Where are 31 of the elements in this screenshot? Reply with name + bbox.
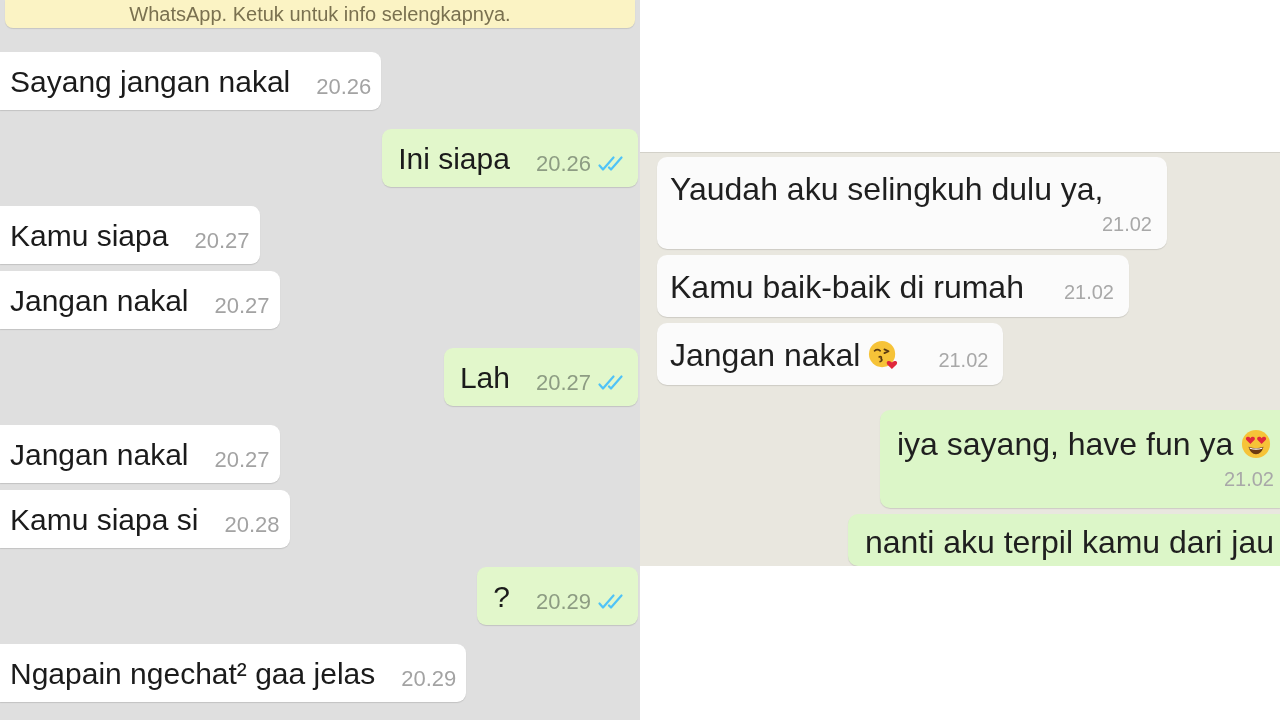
message-text: Kamu siapa: [10, 218, 169, 254]
message-time: 20.27: [214, 293, 270, 319]
message-time: 20.27: [214, 447, 270, 473]
message-time: 20.29: [535, 589, 591, 615]
message-time: 21.02: [1222, 467, 1274, 492]
message-time: 21.02: [937, 348, 989, 373]
message-text: Lah: [459, 360, 510, 396]
message-text: Jangan nakal: [10, 437, 189, 473]
message-time: 20.28: [224, 512, 280, 538]
message-time: 20.27: [194, 228, 250, 254]
notice-banner[interactable]: WhatsApp. Ketuk untuk info selengkapnya.: [5, 0, 635, 28]
message-time: 21.02: [1062, 280, 1114, 305]
message-time: 21.02: [1100, 212, 1152, 237]
message-time: 20.26: [316, 74, 372, 100]
message-text: Sayang jangan nakal: [10, 64, 291, 100]
message-time: 20.26: [535, 151, 591, 177]
kissing-face-icon: [868, 340, 899, 370]
notice-text: WhatsApp. Ketuk untuk info selengkapnya.: [129, 2, 511, 26]
message-text: Kamu siapa si: [10, 502, 199, 538]
message-text: Ini siapa: [398, 141, 510, 177]
message-text: iya sayang, have fun ya: [897, 425, 1234, 464]
message-text: Ngapain ngechat² gaa jelas: [10, 656, 376, 692]
message-text: Yaudah aku selingkuh dulu ya,: [670, 170, 1104, 209]
message-text: Kamu baik-baik di rumah: [670, 268, 1024, 307]
message-text: Jangan nakal: [10, 283, 189, 319]
heart-eyes-face-icon: [1241, 429, 1272, 459]
message-text: ?: [493, 579, 510, 615]
message-time: 20.29: [401, 666, 457, 692]
message-text: Jangan nakal: [670, 336, 861, 375]
message-text: nanti aku terpil kamu dari jau: [864, 523, 1274, 562]
message-time: 20.27: [535, 370, 591, 396]
